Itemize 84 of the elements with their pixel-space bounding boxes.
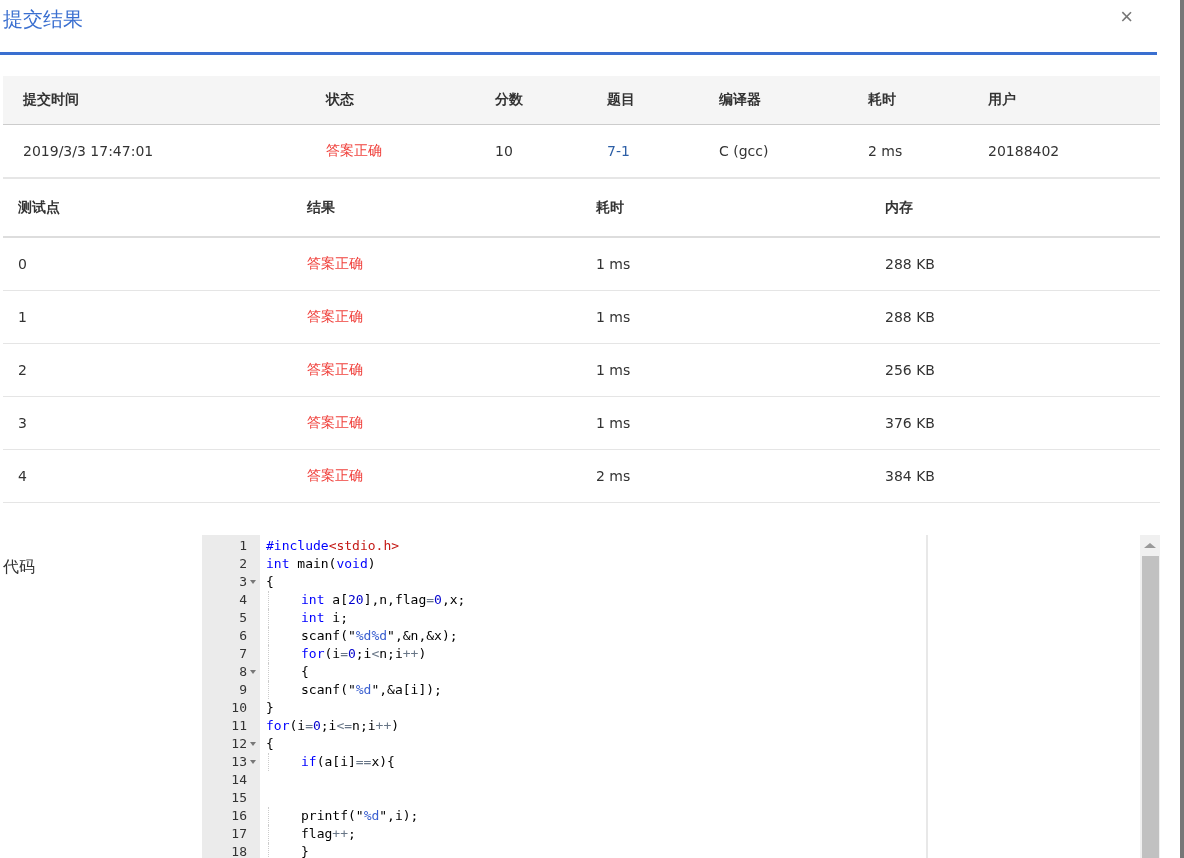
line-number: 16 [231, 807, 247, 825]
column-header: 状态 [326, 91, 354, 107]
code-line: scanf("%d",&a[i]); [301, 681, 442, 699]
table-cell: C (gcc) [719, 143, 769, 159]
line-number: 8 [239, 663, 247, 681]
table-cell: 384 KB [885, 468, 935, 484]
window-scrollbar[interactable] [1180, 0, 1184, 858]
table-cell: 20188402 [988, 143, 1060, 159]
line-number: 15 [231, 789, 247, 807]
table-cell: 2 [18, 362, 27, 378]
line-number: 12 [231, 735, 247, 753]
line-number: 2 [239, 555, 247, 573]
table-cell: 3 [18, 415, 27, 431]
table-cell: 0 [18, 256, 27, 272]
code-line: for(i=0;i<=n;i++) [266, 717, 400, 735]
status-text: 答案正确 [326, 142, 382, 158]
code-line: { [301, 663, 309, 681]
status-text: 答案正确 [307, 308, 363, 324]
code-line: } [301, 843, 309, 858]
line-number: 4 [239, 591, 247, 609]
table-cell: 1 ms [596, 362, 631, 378]
line-number: 11 [231, 717, 247, 735]
table-cell: 256 KB [885, 362, 935, 378]
table-cell: 288 KB [885, 309, 935, 325]
line-number: 7 [239, 645, 247, 663]
status-text: 答案正确 [307, 255, 363, 271]
column-header: 题目 [607, 91, 635, 107]
fold-caret-icon[interactable] [250, 760, 256, 764]
column-header: 分数 [495, 91, 523, 107]
table-cell: 376 KB [885, 415, 935, 431]
fold-caret-icon[interactable] [250, 670, 256, 674]
table-cell: 1 ms [596, 256, 631, 272]
column-header: 提交时间 [23, 91, 79, 107]
status-text: 答案正确 [307, 467, 363, 483]
table-cell: 288 KB [885, 256, 935, 272]
code-line: } [266, 699, 274, 717]
line-number: 18 [231, 843, 247, 858]
code-line: { [266, 735, 274, 753]
code-line: printf("%d",i); [301, 807, 419, 825]
code-line: #include<stdio.h> [266, 537, 400, 555]
line-number: 14 [231, 771, 247, 789]
code-line: flag++; [301, 825, 356, 843]
table-cell: 1 ms [596, 309, 631, 325]
line-number: 6 [239, 627, 247, 645]
code-line: int main(void) [266, 555, 376, 573]
code-line: scanf("%d%d",&n,&x); [301, 627, 458, 645]
table-cell: 2019/3/3 17:47:01 [23, 143, 154, 159]
table-cell: 10 [495, 143, 513, 159]
dialog-title: 提交结果 [3, 5, 83, 33]
column-header: 耗时 [868, 91, 896, 107]
table-cell: 4 [18, 468, 27, 484]
scroll-thumb[interactable] [1141, 556, 1159, 858]
fold-caret-icon[interactable] [250, 580, 256, 584]
table-cell: 2 ms [868, 143, 903, 159]
column-header: 编译器 [719, 91, 761, 107]
close-button[interactable]: × [1120, 4, 1133, 30]
column-header: 用户 [988, 91, 1016, 107]
status-text: 答案正确 [307, 414, 363, 430]
code-editor[interactable] [202, 535, 1160, 858]
code-line: int a[20],n,flag=0,x; [301, 591, 466, 609]
table-cell: 1 [18, 309, 27, 325]
table-cell: 1 ms [596, 415, 631, 431]
code-line: int i; [301, 609, 348, 627]
status-text: 答案正确 [307, 361, 363, 377]
code-line: { [266, 573, 274, 591]
code-line: for(i=0;i<n;i++) [301, 645, 427, 663]
column-header: 内存 [885, 198, 913, 215]
column-header: 结果 [307, 198, 335, 215]
problem-link[interactable]: 7-1 [607, 143, 630, 159]
line-number: 1 [239, 537, 247, 555]
code-line: if(a[i]==x){ [301, 753, 395, 771]
scrollbar[interactable] [1140, 535, 1160, 858]
line-number: 9 [239, 681, 247, 699]
column-header: 测试点 [18, 198, 60, 215]
line-number: 13 [231, 753, 247, 771]
fold-caret-icon[interactable] [250, 742, 256, 746]
line-number: 5 [239, 609, 247, 627]
table-cell: 2 ms [596, 468, 631, 484]
scroll-up-icon[interactable] [1144, 543, 1156, 548]
column-header: 耗时 [596, 198, 624, 215]
code-label: 代码 [3, 556, 36, 578]
line-number: 17 [231, 825, 247, 843]
line-number: 3 [239, 573, 247, 591]
line-number: 10 [231, 699, 247, 717]
